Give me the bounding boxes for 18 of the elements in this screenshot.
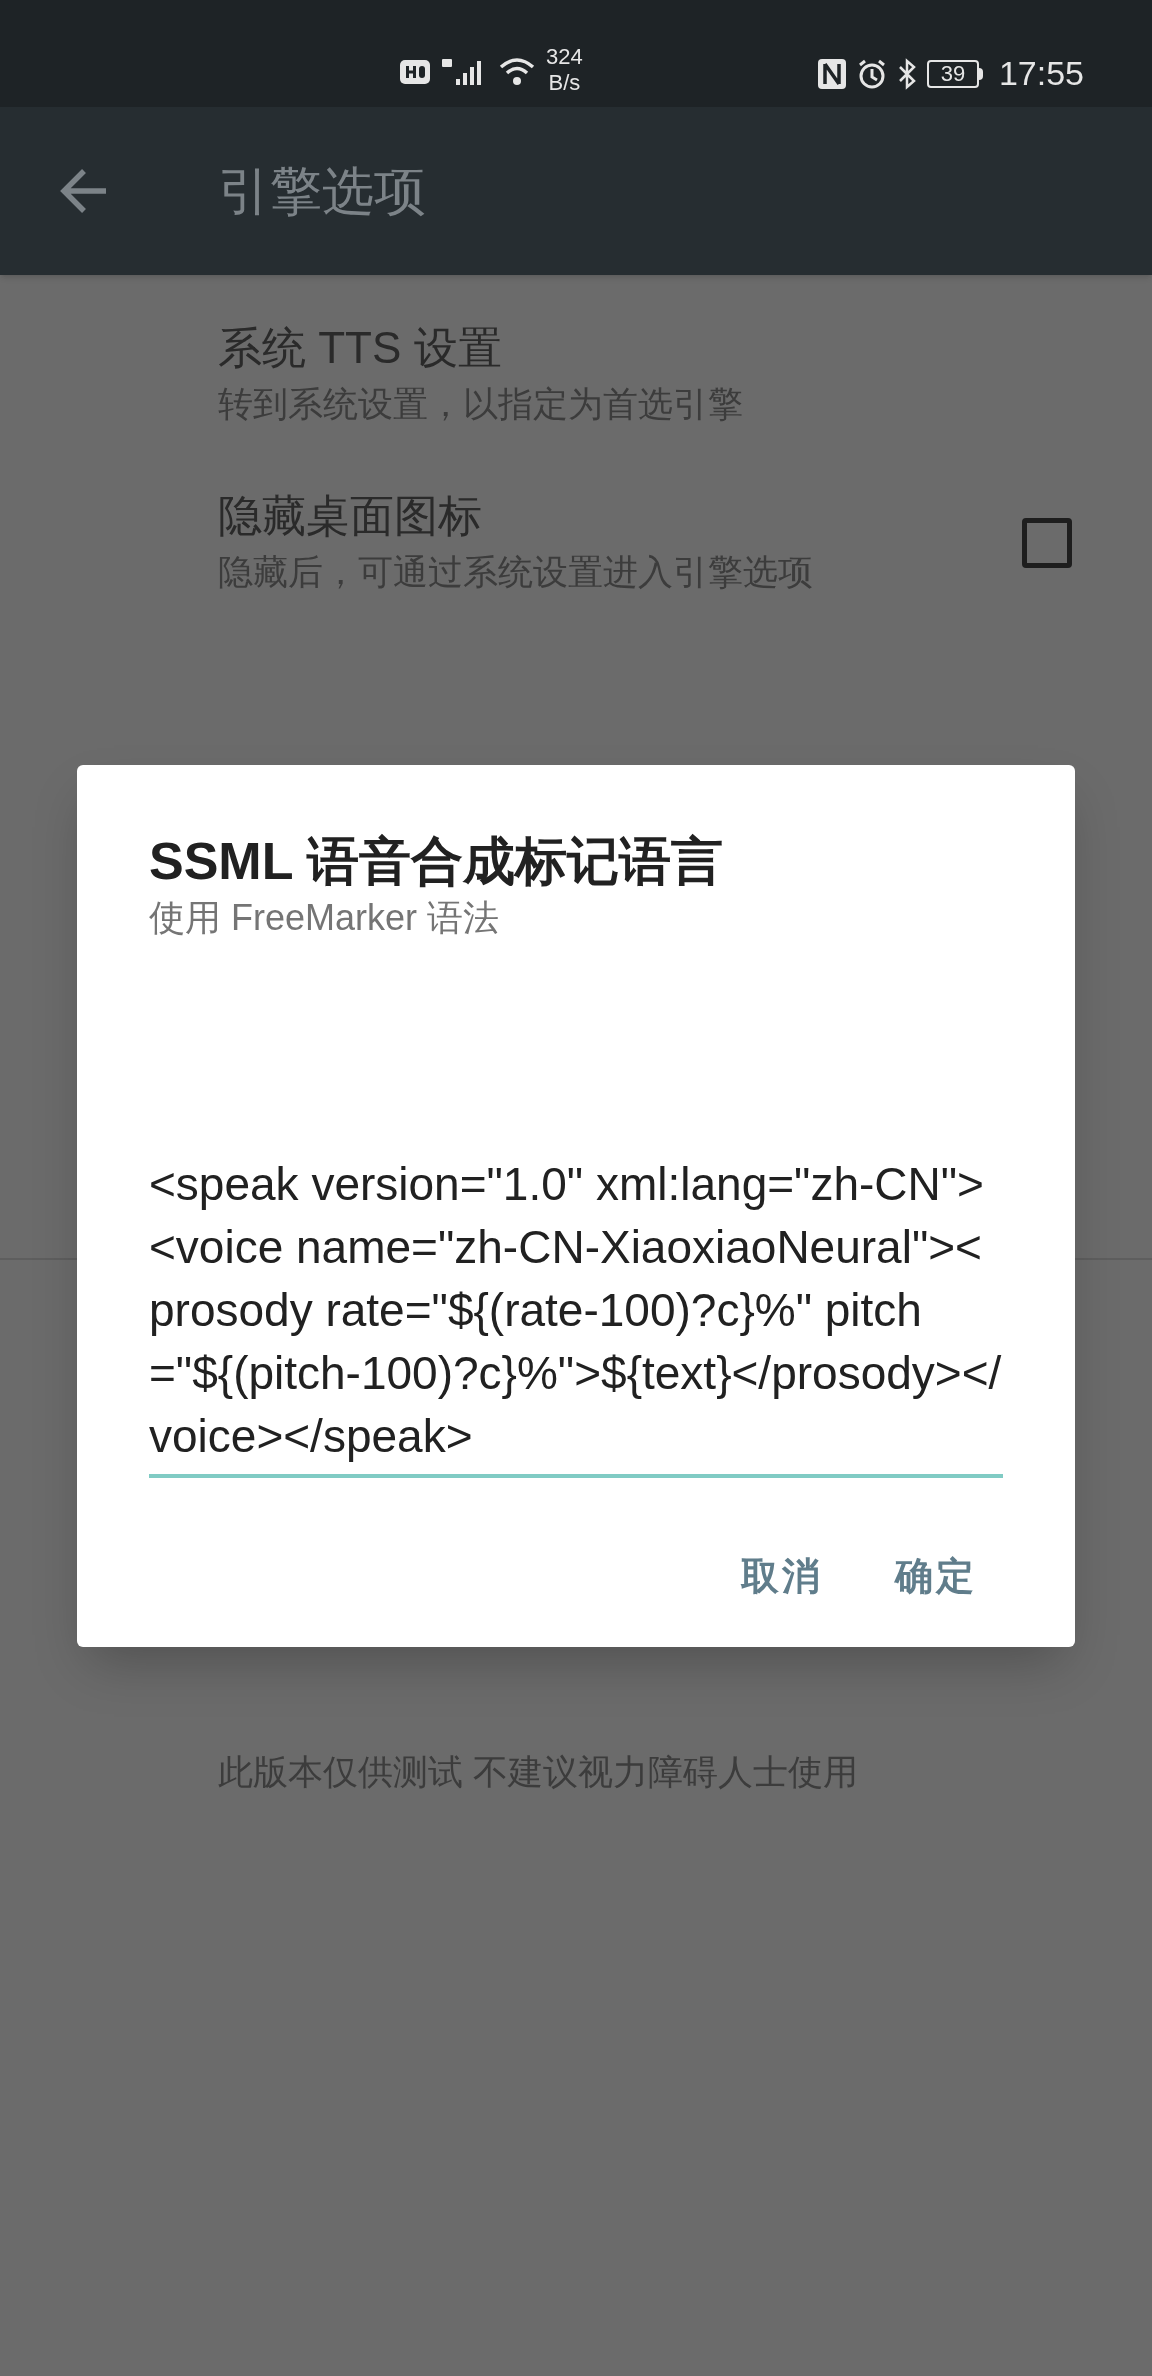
- setting-title[interactable]: 系统 TTS 设置: [218, 319, 1072, 377]
- network-speed-unit: B/s: [548, 70, 581, 96]
- ssml-text-field[interactable]: <speak version="1.0" xml:lang="zh-CN"><voice name="zh-CN-XiaoxiaoNeural"><prosody rate="${(rate-100)?c}%" pitch="${(pitch-100)?c}%">${text}</prosody></voice></speak>: [149, 1153, 1003, 1478]
- wifi-icon: [498, 57, 536, 87]
- checkbox[interactable]: [1022, 518, 1072, 568]
- dialog-subtitle: 使用 FreeMarker 语法: [149, 896, 501, 940]
- nfc-icon: [816, 57, 847, 90]
- alarm-icon: [856, 57, 887, 90]
- clock: 17:55: [998, 53, 1084, 94]
- dialog-title: SSML 语音合成标记语言: [149, 831, 724, 892]
- app-bar-title: 引擎选项: [218, 161, 426, 222]
- dialog-button[interactable]: 确定: [879, 1536, 993, 1617]
- setting-title[interactable]: 隐藏桌面图标: [218, 487, 1022, 545]
- bluetooth-icon: [896, 57, 917, 90]
- battery-level: 39: [940, 62, 966, 85]
- network-speed: 324: [546, 44, 583, 70]
- dialog-button[interactable]: 取消: [725, 1536, 839, 1617]
- hd-icon: [400, 60, 430, 84]
